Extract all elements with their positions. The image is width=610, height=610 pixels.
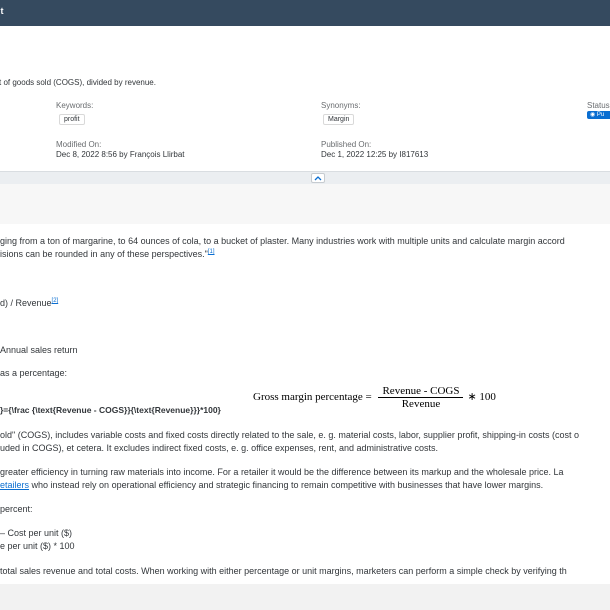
chevron-up-icon bbox=[314, 176, 322, 181]
paragraph-line: old" (COGS), includes variable costs and… bbox=[0, 430, 579, 440]
status-badge: ◉ Pu bbox=[587, 111, 610, 119]
paragraph-line: total sales revenue and total costs. Whe… bbox=[0, 566, 567, 576]
footer-area bbox=[0, 584, 610, 610]
app-title: it bbox=[0, 6, 4, 16]
formula-denominator: Revenue bbox=[401, 398, 441, 410]
paragraph-line: d) / Revenue[2] bbox=[0, 298, 58, 308]
modified-on-label: Modified On: bbox=[56, 140, 102, 149]
synonym-tag-margin[interactable]: Margin bbox=[323, 114, 355, 125]
citation-link-2[interactable]: [2] bbox=[52, 298, 59, 304]
paragraph-line: ging from a ton of margarine, to 64 ounc… bbox=[0, 236, 565, 246]
published-on-label: Published On: bbox=[321, 140, 372, 149]
paragraph-text: isions can be rounded in any of these pe… bbox=[0, 249, 208, 259]
retailers-link[interactable]: etailers bbox=[0, 480, 29, 490]
paragraph-line: percent: bbox=[0, 504, 33, 514]
paragraph-line: uded in COGS), et cetera. It excludes in… bbox=[0, 443, 439, 453]
paragraph-line: etailers who instead rely on operational… bbox=[0, 480, 543, 490]
status-value: Pu bbox=[596, 112, 605, 118]
collapse-header-button[interactable] bbox=[311, 173, 325, 183]
modified-on-value: Dec 8, 2022 8:56 by François Llirbat bbox=[56, 150, 185, 159]
keyword-tag-profit[interactable]: profit bbox=[59, 114, 85, 125]
keywords-label: Keywords: bbox=[56, 101, 94, 110]
synonyms-label: Synonyms: bbox=[321, 101, 361, 110]
latex-source: }={\frac {\text{Revenue - COGS}}{\text{R… bbox=[0, 405, 221, 415]
formula-rhs: ∗ 100 bbox=[467, 391, 496, 404]
paragraph-line: Annual sales return bbox=[0, 345, 78, 355]
term-description: t of goods sold (COGS), divided by reven… bbox=[0, 78, 156, 87]
formula-fraction: Revenue - COGS Revenue bbox=[378, 385, 464, 410]
paragraph-line: isions can be rounded in any of these pe… bbox=[0, 249, 215, 259]
eye-icon: ◉ bbox=[590, 112, 596, 118]
paragraph-text: who instead rely on operational efficien… bbox=[29, 480, 544, 490]
paragraph-line: greater efficiency in turning raw materi… bbox=[0, 467, 564, 477]
status-label: Status bbox=[587, 101, 610, 110]
paragraph-line: – Cost per unit ($) bbox=[0, 528, 73, 538]
published-on-value: Dec 1, 2022 12:25 by I817613 bbox=[321, 150, 429, 159]
header-collapse-bar bbox=[0, 171, 610, 185]
paragraph-text: d) / Revenue bbox=[0, 298, 52, 308]
formula-numerator: Revenue - COGS bbox=[378, 385, 464, 398]
paragraph-line: as a percentage: bbox=[0, 368, 68, 378]
citation-link-1[interactable]: [1] bbox=[208, 249, 215, 255]
top-bar: it bbox=[0, 0, 610, 26]
gross-margin-formula: Gross margin percentage = Revenue - COGS… bbox=[253, 385, 496, 410]
formula-lhs: Gross margin percentage = bbox=[253, 391, 375, 404]
section-separator bbox=[0, 184, 610, 225]
paragraph-line: e per unit ($) * 100 bbox=[0, 541, 75, 551]
